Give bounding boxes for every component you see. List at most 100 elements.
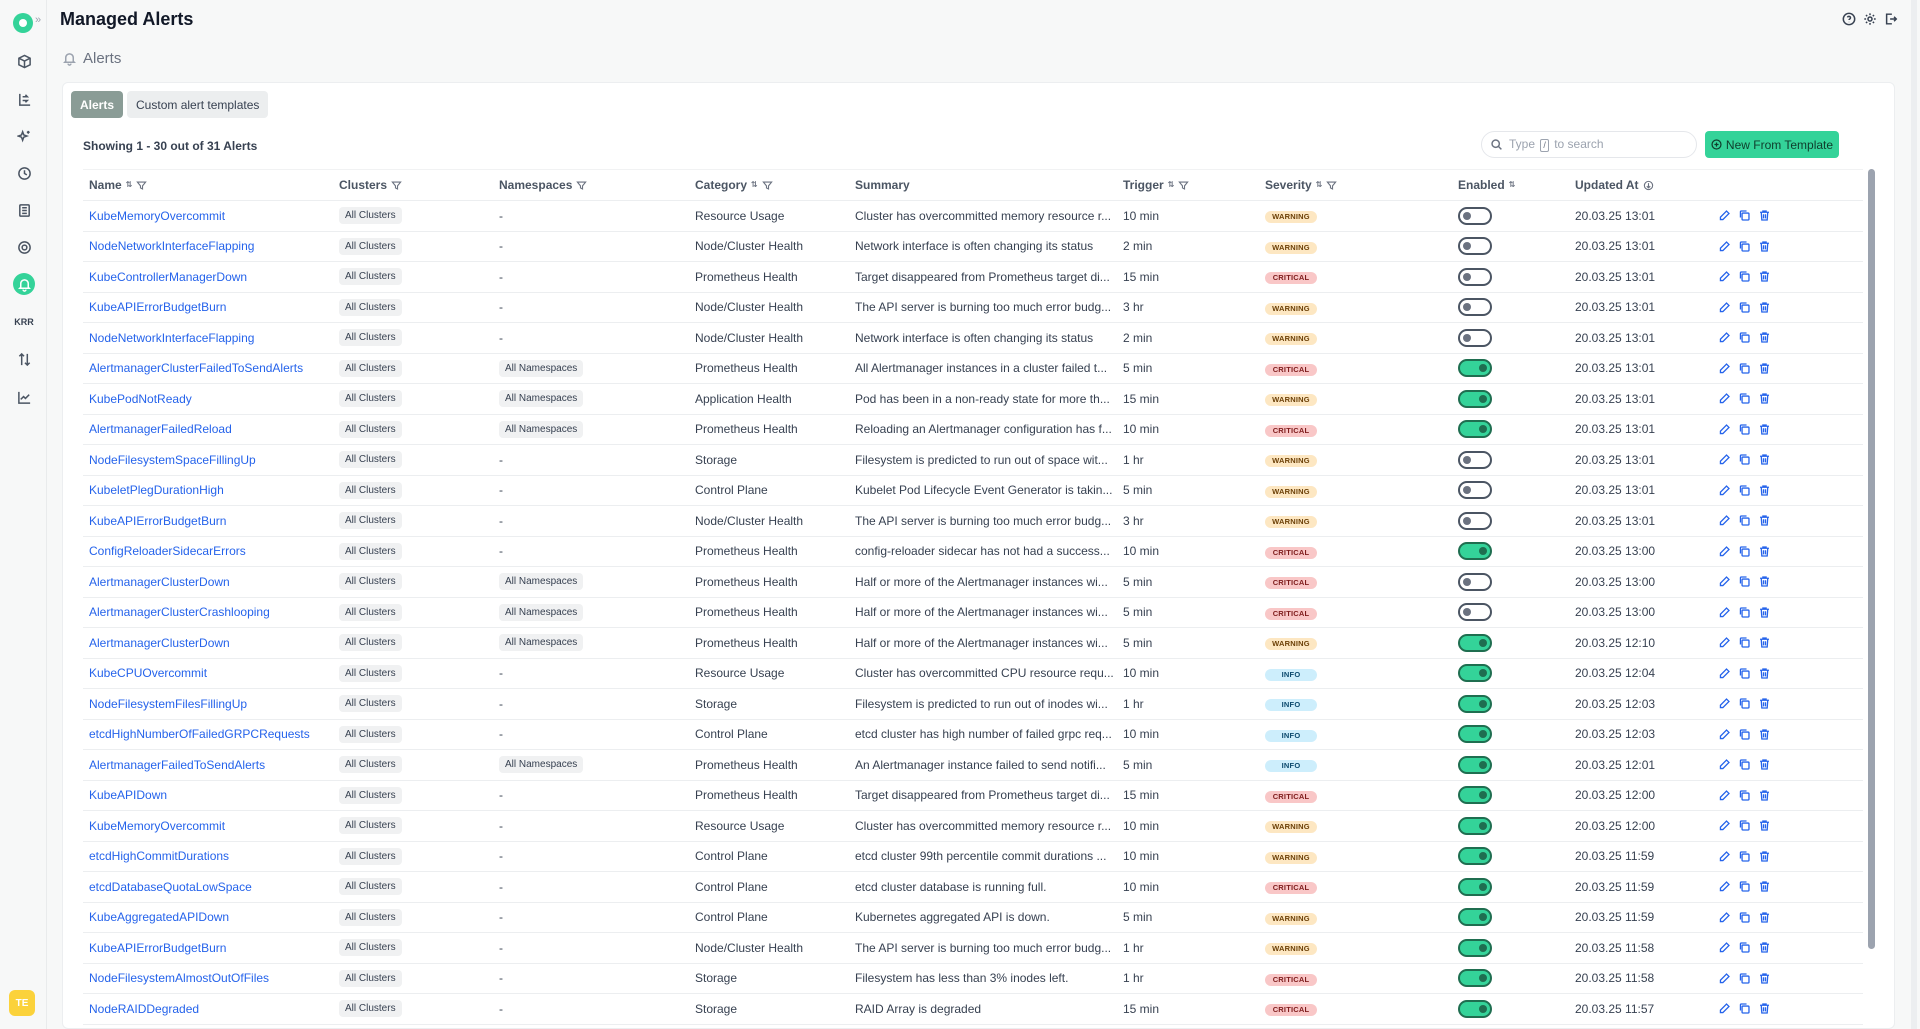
edit-pencil-icon[interactable] bbox=[1717, 209, 1731, 223]
edit-pencil-icon[interactable] bbox=[1717, 880, 1731, 894]
table-row[interactable]: KubePodNotReady All Clusters All Namespa… bbox=[83, 384, 1863, 415]
enabled-toggle[interactable] bbox=[1458, 298, 1492, 317]
table-row[interactable]: KubeAPIDown All Clusters - Prometheus He… bbox=[83, 781, 1863, 811]
delete-trash-icon[interactable] bbox=[1757, 758, 1771, 772]
alert-name-link[interactable]: KubeCPUOvercommit bbox=[89, 666, 207, 680]
filter-icon[interactable] bbox=[136, 180, 148, 191]
duplicate-copy-icon[interactable] bbox=[1737, 392, 1751, 406]
edit-pencil-icon[interactable] bbox=[1717, 758, 1731, 772]
alert-name-link[interactable]: NodeFilesystemAlmostOutOfFiles bbox=[89, 971, 269, 985]
alert-name-link[interactable]: etcdDatabaseQuotaLowSpace bbox=[89, 880, 252, 894]
duplicate-copy-icon[interactable] bbox=[1737, 727, 1751, 741]
table-row[interactable]: KubeAPIErrorBudgetBurn All Clusters - No… bbox=[83, 506, 1863, 537]
duplicate-copy-icon[interactable] bbox=[1737, 514, 1751, 528]
column-header-category[interactable]: Category ⇅ bbox=[689, 178, 849, 192]
alert-name-link[interactable]: KubeAPIDown bbox=[89, 788, 167, 802]
edit-pencil-icon[interactable] bbox=[1717, 819, 1731, 833]
delete-trash-icon[interactable] bbox=[1757, 666, 1771, 680]
chart-icon[interactable] bbox=[13, 386, 35, 408]
delete-trash-icon[interactable] bbox=[1757, 331, 1771, 345]
alert-name-link[interactable]: KubeAPIErrorBudgetBurn bbox=[89, 941, 226, 955]
tab-custom-alert-templates[interactable]: Custom alert templates bbox=[127, 91, 269, 118]
duplicate-copy-icon[interactable] bbox=[1737, 209, 1751, 223]
krr-nav-item[interactable]: KRR bbox=[13, 311, 35, 333]
duplicate-copy-icon[interactable] bbox=[1737, 666, 1751, 680]
duplicate-copy-icon[interactable] bbox=[1737, 880, 1751, 894]
enabled-toggle[interactable] bbox=[1458, 450, 1492, 469]
radar-icon[interactable] bbox=[13, 236, 35, 258]
enabled-toggle[interactable] bbox=[1458, 999, 1492, 1018]
edit-pencil-icon[interactable] bbox=[1717, 697, 1731, 711]
alerts-bell-icon[interactable] bbox=[13, 273, 35, 295]
edit-pencil-icon[interactable] bbox=[1717, 483, 1731, 497]
table-row[interactable]: ConfigReloaderSidecarErrors All Clusters… bbox=[83, 537, 1863, 567]
edit-pencil-icon[interactable] bbox=[1717, 331, 1731, 345]
edit-pencil-icon[interactable] bbox=[1717, 605, 1731, 619]
edit-pencil-icon[interactable] bbox=[1717, 849, 1731, 863]
enabled-toggle[interactable] bbox=[1458, 725, 1492, 744]
expand-sidebar-icon[interactable]: » bbox=[35, 14, 41, 26]
enabled-toggle[interactable] bbox=[1458, 267, 1492, 286]
edit-pencil-icon[interactable] bbox=[1717, 636, 1731, 650]
settings-gear-icon[interactable] bbox=[1862, 11, 1877, 26]
table-row[interactable]: AlertmanagerFailedReload All Clusters Al… bbox=[83, 415, 1863, 445]
table-row[interactable]: etcdDatabaseQuotaLowSpace All Clusters -… bbox=[83, 872, 1863, 903]
alert-name-link[interactable]: KubeControllerManagerDown bbox=[89, 270, 247, 284]
filter-icon[interactable] bbox=[391, 180, 402, 191]
delete-trash-icon[interactable] bbox=[1757, 453, 1771, 467]
delete-trash-icon[interactable] bbox=[1757, 1002, 1771, 1016]
alert-name-link[interactable]: AlertmanagerFailedReload bbox=[89, 422, 232, 436]
help-icon[interactable] bbox=[1841, 11, 1856, 26]
table-row[interactable]: AlertmanagerClusterCrashlooping All Clus… bbox=[83, 598, 1863, 628]
filter-icon[interactable] bbox=[761, 180, 773, 191]
duplicate-copy-icon[interactable] bbox=[1737, 788, 1751, 802]
duplicate-copy-icon[interactable] bbox=[1737, 941, 1751, 955]
edit-pencil-icon[interactable] bbox=[1717, 971, 1731, 985]
edit-pencil-icon[interactable] bbox=[1717, 300, 1731, 314]
edit-pencil-icon[interactable] bbox=[1717, 910, 1731, 924]
delete-trash-icon[interactable] bbox=[1757, 880, 1771, 894]
duplicate-copy-icon[interactable] bbox=[1737, 697, 1751, 711]
filter-icon[interactable] bbox=[1326, 180, 1338, 191]
edit-pencil-icon[interactable] bbox=[1717, 544, 1731, 558]
delete-trash-icon[interactable] bbox=[1757, 636, 1771, 650]
delete-trash-icon[interactable] bbox=[1757, 910, 1771, 924]
duplicate-copy-icon[interactable] bbox=[1737, 300, 1751, 314]
enabled-toggle[interactable] bbox=[1458, 633, 1492, 652]
column-header-namespaces[interactable]: Namespaces bbox=[493, 178, 689, 192]
enabled-toggle[interactable] bbox=[1458, 481, 1492, 500]
enabled-toggle[interactable] bbox=[1458, 511, 1492, 530]
duplicate-copy-icon[interactable] bbox=[1737, 422, 1751, 436]
duplicate-copy-icon[interactable] bbox=[1737, 575, 1751, 589]
enabled-toggle[interactable] bbox=[1458, 328, 1492, 347]
duplicate-copy-icon[interactable] bbox=[1737, 361, 1751, 375]
alert-name-link[interactable]: NodeNetworkInterfaceFlapping bbox=[89, 331, 254, 345]
enabled-toggle[interactable] bbox=[1458, 542, 1492, 561]
alert-name-link[interactable]: KubeAPIErrorBudgetBurn bbox=[89, 514, 226, 528]
search-input[interactable]: Type / to search bbox=[1481, 131, 1697, 158]
table-row[interactable]: NodeFilesystemAlmostOutOfFiles All Clust… bbox=[83, 964, 1863, 994]
enabled-toggle[interactable] bbox=[1458, 389, 1492, 408]
cube-icon[interactable] bbox=[13, 50, 35, 72]
delete-trash-icon[interactable] bbox=[1757, 941, 1771, 955]
enabled-toggle[interactable] bbox=[1458, 206, 1492, 225]
table-row[interactable]: NodeNetworkInterfaceFlapping All Cluster… bbox=[83, 323, 1863, 354]
alert-name-link[interactable]: etcdHighCommitDurations bbox=[89, 849, 229, 863]
alert-name-link[interactable]: etcdHighNumberOfFailedGRPCRequests bbox=[89, 727, 310, 741]
alert-name-link[interactable]: KubeMemoryOvercommit bbox=[89, 209, 225, 223]
duplicate-copy-icon[interactable] bbox=[1737, 636, 1751, 650]
duplicate-copy-icon[interactable] bbox=[1737, 544, 1751, 558]
enabled-toggle[interactable] bbox=[1458, 816, 1492, 835]
delete-trash-icon[interactable] bbox=[1757, 819, 1771, 833]
delete-trash-icon[interactable] bbox=[1757, 392, 1771, 406]
delete-trash-icon[interactable] bbox=[1757, 422, 1771, 436]
alert-name-link[interactable]: NodeFilesystemSpaceFillingUp bbox=[89, 453, 256, 467]
edit-pencil-icon[interactable] bbox=[1717, 788, 1731, 802]
delete-trash-icon[interactable] bbox=[1757, 727, 1771, 741]
edit-pencil-icon[interactable] bbox=[1717, 422, 1731, 436]
duplicate-copy-icon[interactable] bbox=[1737, 819, 1751, 833]
table-row[interactable]: KubeletPlegDurationHigh All Clusters - C… bbox=[83, 476, 1863, 506]
enabled-toggle[interactable] bbox=[1458, 359, 1492, 378]
enabled-toggle[interactable] bbox=[1458, 877, 1492, 896]
edit-pencil-icon[interactable] bbox=[1717, 666, 1731, 680]
